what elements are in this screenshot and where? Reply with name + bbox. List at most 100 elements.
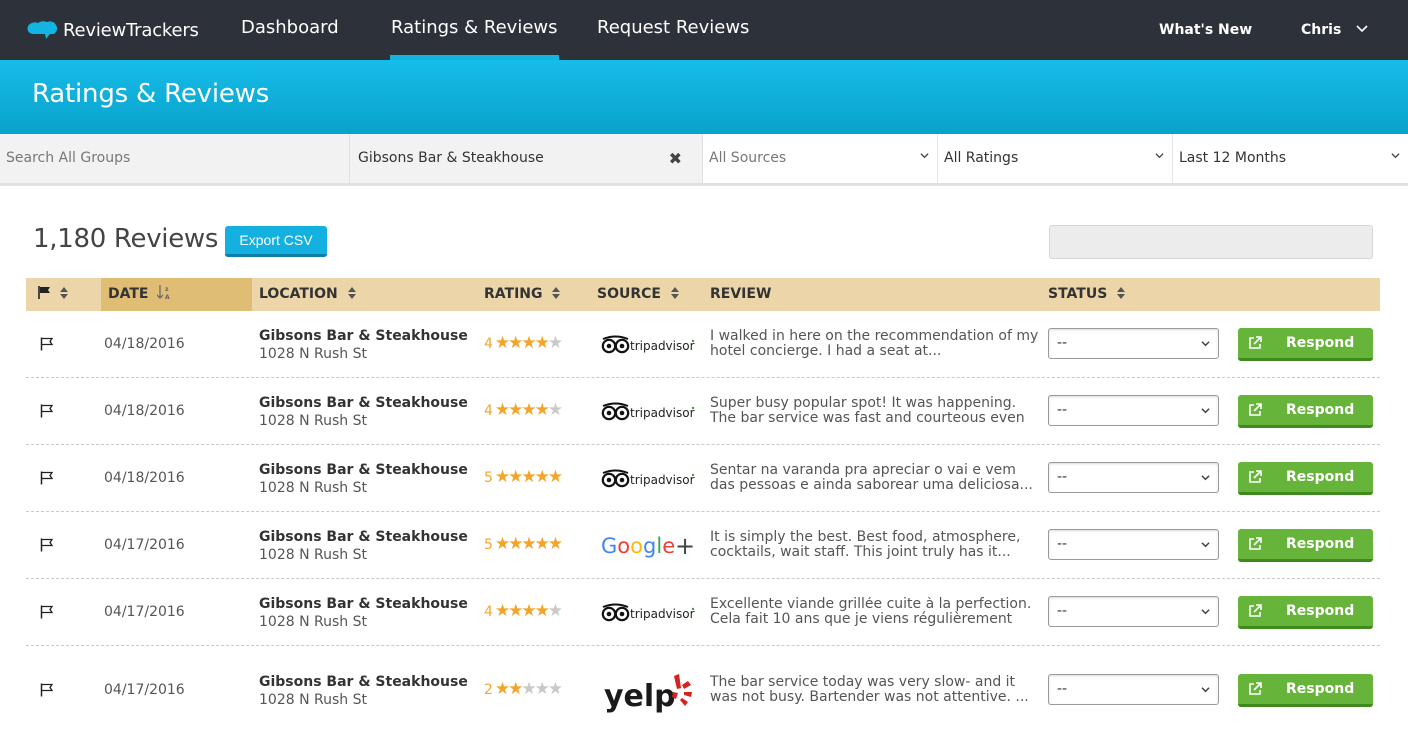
flag-column-header[interactable] — [38, 278, 68, 311]
star-icon: ★ — [547, 533, 563, 554]
ratings-select[interactable]: All Ratings — [938, 134, 1173, 183]
review-date: 04/18/2016 — [104, 402, 185, 419]
star-icon: ★ — [494, 466, 510, 487]
sources-select[interactable]: All Sources — [703, 134, 938, 183]
google-plus-logo-icon: Google + — [601, 532, 695, 560]
status-value: -- — [1057, 334, 1068, 351]
location-address: 1028 N Rush St — [259, 345, 367, 362]
source-logo: tripadvisor — [600, 593, 696, 633]
review-text[interactable]: The bar service today was very slow- and… — [710, 675, 1040, 705]
respond-button[interactable]: Respond — [1238, 327, 1373, 361]
source-header-label: SOURCE — [597, 286, 661, 302]
tripadvisor-wordmark: tripadvisor — [630, 406, 695, 420]
star-icon: ★ — [521, 332, 536, 353]
respond-label: Respond — [1286, 602, 1355, 619]
tripadvisor-logo-icon: tripadvisor — [601, 335, 695, 353]
status-select[interactable]: -- — [1048, 327, 1219, 359]
yelp-logo-icon: yelp — [604, 673, 692, 714]
review-date: 04/17/2016 — [104, 681, 185, 698]
table-row[interactable]: 04/17/2016 Gibsons Bar & Steakhouse 1028 N… — [26, 579, 1380, 646]
star-icon: ★ — [494, 332, 510, 353]
status-select[interactable]: -- — [1048, 461, 1219, 493]
review-text[interactable]: It is simply the best. Best food, atmosp… — [710, 530, 1040, 560]
filter-bar: Search All Groups Gibsons Bar & Steakhou… — [0, 134, 1408, 186]
respond-label: Respond — [1286, 334, 1355, 351]
location-address: 1028 N Rush St — [259, 479, 367, 496]
location-name[interactable]: Gibsons Bar & Steakhouse — [259, 328, 468, 344]
location-name[interactable]: Gibsons Bar & Steakhouse — [259, 529, 468, 545]
location-address: 1028 N Rush St — [259, 546, 367, 563]
rating-value: 4 — [484, 402, 493, 419]
google-plus-sign: + — [675, 532, 695, 560]
respond-button[interactable]: Respond — [1238, 673, 1373, 707]
star-icon: ★ — [494, 399, 510, 420]
review-text[interactable]: Excellente viande grillée cuite à la per… — [710, 597, 1040, 627]
flag-icon[interactable] — [40, 471, 54, 485]
nav-dashboard[interactable]: Dashboard — [241, 0, 339, 60]
page-title: Ratings & Reviews — [32, 79, 270, 109]
sort-alpha-icon: zA — [156, 285, 170, 301]
flag-icon[interactable] — [40, 683, 54, 697]
group-filter-value: Gibsons Bar & Steakhouse — [358, 150, 544, 166]
nav-request-reviews[interactable]: Request Reviews — [597, 0, 749, 60]
date-column-header[interactable]: DATE zA — [101, 278, 252, 311]
respond-button[interactable]: Respond — [1238, 595, 1373, 629]
status-column-header[interactable]: STATUS — [1048, 278, 1126, 311]
external-link-icon — [1249, 335, 1262, 349]
location-address: 1028 N Rush St — [259, 412, 367, 429]
review-text[interactable]: I walked in here on the recommendation o… — [710, 329, 1040, 359]
location-column-header[interactable]: LOCATION — [259, 278, 356, 311]
period-select[interactable]: Last 12 Months — [1173, 134, 1408, 183]
location-name[interactable]: Gibsons Bar & Steakhouse — [259, 395, 468, 411]
status-select[interactable]: -- — [1048, 595, 1219, 627]
search-groups-input[interactable]: Search All Groups — [0, 134, 350, 183]
rating: 4 ★★★★★ — [484, 601, 594, 621]
status-select[interactable]: -- — [1048, 673, 1219, 705]
status-select[interactable]: -- — [1048, 528, 1219, 560]
source-column-header[interactable]: SOURCE — [597, 278, 679, 311]
location-name[interactable]: Gibsons Bar & Steakhouse — [259, 462, 468, 478]
external-link-icon — [1249, 681, 1262, 695]
review-text[interactable]: Super busy popular spot! It was happenin… — [710, 396, 1040, 426]
respond-button[interactable]: Respond — [1238, 461, 1373, 495]
table-row[interactable]: 04/18/2016 Gibsons Bar & Steakhouse 1028 N… — [26, 311, 1380, 378]
review-text[interactable]: Sentar na varanda pra apreciar o vai e v… — [710, 463, 1040, 493]
nav-ratings-reviews[interactable]: Ratings & Reviews — [390, 0, 559, 60]
star-icon: ★ — [547, 678, 563, 699]
table-header: DATE zA LOCATION RATING SOURCE REVIEW ST… — [26, 278, 1380, 311]
page-header: Ratings & Reviews — [0, 60, 1408, 134]
respond-button[interactable]: Respond — [1238, 528, 1373, 562]
export-csv-button[interactable]: Export CSV — [225, 226, 327, 257]
review-search-input[interactable] — [1049, 225, 1373, 259]
location-name[interactable]: Gibsons Bar & Steakhouse — [259, 596, 468, 612]
group-filter[interactable]: Gibsons Bar & Steakhouse ✖ — [350, 134, 703, 183]
tripadvisor-logo-icon: tripadvisor — [601, 469, 695, 487]
star-icon: ★ — [521, 678, 536, 699]
clear-icon[interactable]: ✖ — [669, 134, 682, 183]
table-row[interactable]: 04/17/2016 Gibsons Bar & Steakhouse 1028 N… — [26, 646, 1380, 735]
sort-icon — [59, 287, 68, 299]
whats-new-link[interactable]: What's New — [1159, 0, 1252, 60]
flag-icon[interactable] — [40, 404, 54, 418]
status-select[interactable]: -- — [1048, 394, 1219, 426]
user-menu[interactable]: Chris — [1301, 0, 1368, 60]
star-icon: ★ — [534, 533, 550, 554]
respond-button[interactable]: Respond — [1238, 394, 1373, 428]
flag-icon[interactable] — [40, 538, 54, 552]
rating-column-header[interactable]: RATING — [484, 278, 561, 311]
star-icon: ★ — [508, 678, 523, 699]
table-row[interactable]: 04/18/2016 Gibsons Bar & Steakhouse 1028 N… — [26, 445, 1380, 512]
rating-value: 5 — [484, 536, 493, 553]
location-name[interactable]: Gibsons Bar & Steakhouse — [259, 674, 468, 690]
table-row[interactable]: 04/17/2016 Gibsons Bar & Steakhouse 1028 N… — [26, 512, 1380, 579]
chevron-down-icon — [1201, 541, 1210, 547]
external-link-icon — [1249, 536, 1262, 550]
ratings-value: All Ratings — [944, 150, 1019, 166]
flag-icon[interactable] — [40, 605, 54, 619]
location-address: 1028 N Rush St — [259, 691, 367, 708]
star-icon: ★ — [494, 533, 510, 554]
logo[interactable]: ReviewTrackers — [26, 17, 199, 43]
star-icon: ★ — [547, 466, 563, 487]
table-row[interactable]: 04/18/2016 Gibsons Bar & Steakhouse 1028 N… — [26, 378, 1380, 445]
flag-icon[interactable] — [40, 337, 54, 351]
